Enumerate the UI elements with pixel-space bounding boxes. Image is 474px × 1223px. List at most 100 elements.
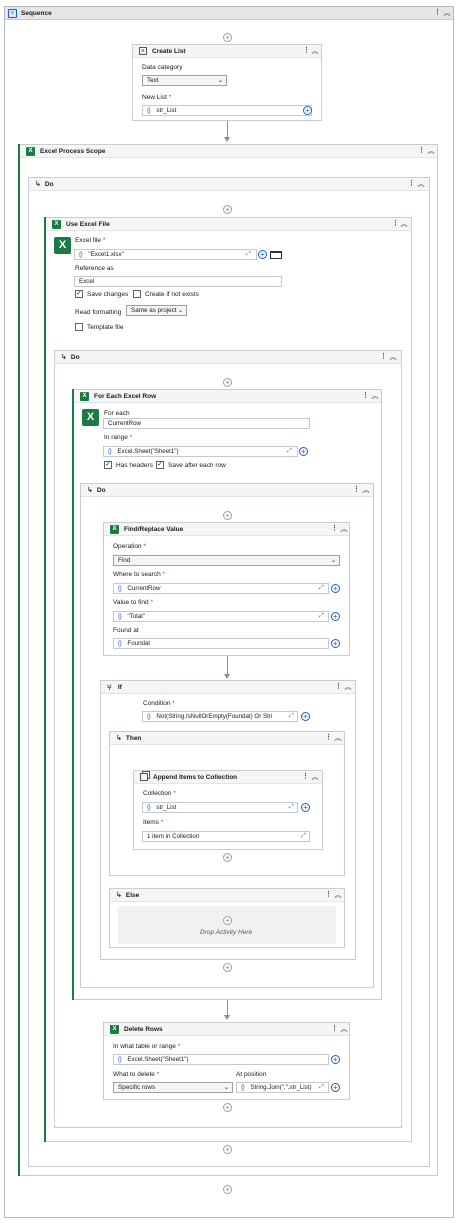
do-collapse-icon[interactable]: ︽ [417,180,425,189]
where-to-search-input[interactable]: {} CurrentRow [113,583,329,594]
add-variable-icon[interactable]: + [258,250,267,259]
expand-editor-icon[interactable]: ⤢ [319,1084,325,1090]
items-value: 1 item in Collection [147,833,200,840]
add-activity-icon[interactable]: + [223,853,232,862]
do-menu-icon[interactable]: ⋮ [380,353,387,362]
append-collapse-icon[interactable]: ︽ [311,773,319,782]
add-variable-icon[interactable]: + [331,584,340,593]
expand-editor-icon[interactable]: ⤢ [287,448,293,454]
operation-select[interactable]: Find ⌄ [113,555,340,566]
add-activity-icon[interactable]: + [223,916,232,925]
append-menu-icon[interactable]: ⋮ [302,773,309,782]
create-list-header[interactable]: ≡ Create List [133,45,321,58]
chevron-down-icon: ⌄ [330,557,336,564]
find-replace-header[interactable]: X Find/Replace Value [104,523,349,536]
excel-scope-menu-icon[interactable]: ⋮ [418,147,425,156]
for-each-collapse-icon[interactable]: ︽ [371,392,379,401]
add-activity-icon[interactable]: + [223,1185,232,1194]
else-header[interactable]: ↳ Else [110,889,344,902]
at-position-input[interactable]: {} String.Join(",",str_List) [236,1082,329,1093]
delete-rows-collapse-icon[interactable]: ︽ [340,1025,348,1034]
do-collapse-icon[interactable]: ︽ [362,486,370,495]
do-collapse-icon[interactable]: ︽ [389,353,397,362]
add-activity-icon[interactable]: + [223,963,232,972]
add-activity-icon[interactable]: + [223,1145,232,1154]
if-header[interactable]: ⑂ If [101,681,355,694]
find-replace-menu-icon[interactable]: ⋮ [331,525,338,534]
add-activity-icon[interactable]: + [223,378,232,387]
create-if-not-exists-checkbox[interactable] [133,290,141,298]
drop-zone[interactable] [118,906,336,944]
for-each-menu-icon[interactable]: ⋮ [362,392,369,401]
range-input[interactable]: {} Excel.Sheet("Sheet1") [113,1054,329,1065]
create-list-collapse-icon[interactable]: ︽ [311,47,319,56]
then-header[interactable]: ↳ Then [110,732,344,745]
found-at-input[interactable]: {} Foundat [113,638,329,649]
expand-editor-icon[interactable]: ⤢ [246,251,252,257]
value-to-find-input[interactable]: {} "Total" [113,611,329,622]
do-menu-icon[interactable]: ⋮ [408,180,415,189]
delete-rows-header[interactable]: X Delete Rows [104,1023,349,1036]
sequence-collapse-icon[interactable]: ︽ [443,9,451,18]
connector-line [227,121,228,138]
has-headers-checkbox[interactable]: ✓ [104,461,112,469]
add-variable-icon[interactable]: + [299,447,308,456]
use-excel-menu-icon[interactable]: ⋮ [392,220,399,229]
items-input[interactable]: 1 item in Collection [142,831,310,842]
for-each-input[interactable]: CurrentRow [103,418,310,429]
if-collapse-icon[interactable]: ︽ [344,683,352,692]
else-menu-icon[interactable]: ⋮ [325,891,332,900]
for-each-header[interactable]: X For Each Excel Row [74,390,381,403]
save-changes-checkbox[interactable]: ✓ [75,290,83,298]
expand-editor-icon[interactable]: ⤢ [289,713,295,719]
use-excel-header[interactable]: X Use Excel File [46,218,411,231]
condition-input[interactable]: {} Not(String.IsNullOrEmpty(Foundat) Or S… [142,711,298,722]
add-activity-icon[interactable]: + [223,205,232,214]
excel-file-input[interactable]: {} "Excel1.xlsx" [74,249,257,260]
add-variable-icon[interactable]: + [303,106,312,115]
add-variable-icon[interactable]: + [331,612,340,621]
template-file-checkbox[interactable] [75,323,83,331]
append-items-header[interactable]: Append Items to Collection [134,771,322,784]
what-to-delete-select[interactable]: Specific rows ⌄ [113,1082,233,1093]
sequence-header[interactable]: ≡ Sequence [5,7,453,20]
add-variable-icon[interactable]: + [331,639,340,648]
sequence-menu-icon[interactable]: ⋮ [434,9,441,18]
if-menu-icon[interactable]: ⋮ [335,683,342,692]
then-menu-icon[interactable]: ⋮ [325,734,332,743]
create-list-menu-icon[interactable]: ⋮ [303,47,310,56]
read-formatting-select[interactable]: Same as project ⌄ [126,305,187,316]
excel-scope-header[interactable]: X Excel Process Scope [20,145,437,158]
add-activity-icon[interactable]: + [223,511,232,520]
in-range-input[interactable]: {} Excel.Sheet("Sheet1") [103,446,298,457]
then-collapse-icon[interactable]: ︽ [334,734,342,743]
add-variable-icon[interactable]: + [331,1083,340,1092]
add-activity-icon[interactable]: + [223,33,232,42]
expand-editor-icon[interactable]: ⤢ [301,833,307,839]
else-collapse-icon[interactable]: ︽ [334,891,342,900]
excel-icon: X [110,1024,119,1034]
add-variable-icon[interactable]: + [331,1055,340,1064]
reference-as-input[interactable]: Excel [74,276,282,287]
expand-editor-icon[interactable]: ⤢ [289,804,295,810]
find-replace-collapse-icon[interactable]: ︽ [340,525,348,534]
excel-scope-collapse-icon[interactable]: ︽ [427,147,435,156]
save-after-each-row-checkbox[interactable]: ✓ [156,461,164,469]
expand-editor-icon[interactable]: ⤢ [319,613,325,619]
use-excel-do-header[interactable]: ↳ Do [55,351,401,364]
add-activity-icon[interactable]: + [223,1103,232,1112]
browse-folder-icon[interactable] [270,251,282,259]
excel-scope-title: Excel Process Scope [40,147,106,155]
data-category-select[interactable]: Text ⌄ [142,75,227,86]
for-each-do-header[interactable]: ↳ Do [81,484,373,497]
add-variable-icon[interactable]: + [301,712,310,721]
excel-scope-do-header[interactable]: ↳ Do [29,178,429,191]
do-menu-icon[interactable]: ⋮ [353,486,360,495]
collection-input[interactable]: {} str_List [142,802,298,813]
use-excel-collapse-icon[interactable]: ︽ [400,220,408,229]
expand-editor-icon[interactable]: ⤢ [319,585,325,591]
create-list-activity[interactable]: ≡ Create List ⋮ ︽ Data category Text ⌄ Ne… [132,44,322,121]
add-variable-icon[interactable]: + [301,803,310,812]
delete-rows-menu-icon[interactable]: ⋮ [331,1025,338,1034]
new-list-input[interactable]: {} str_List [142,105,312,116]
